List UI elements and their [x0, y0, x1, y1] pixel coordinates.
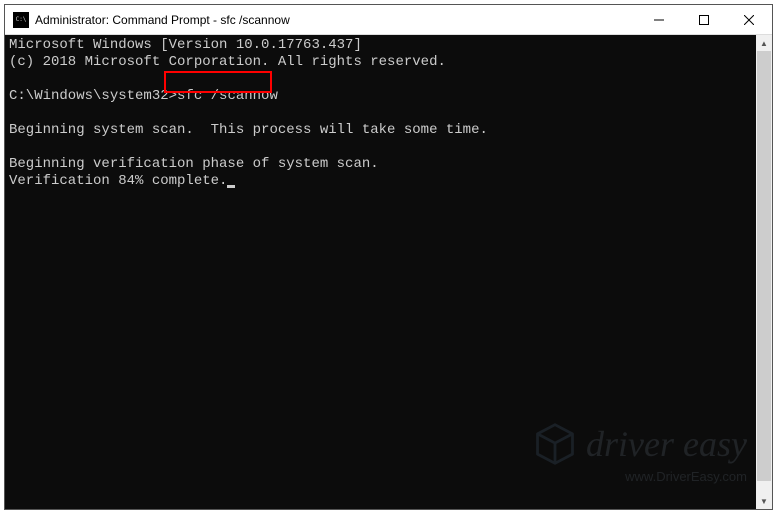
verification-phase-msg: Beginning verification phase of system s…: [9, 156, 379, 172]
cmd-icon: [13, 12, 29, 28]
scrollbar-thumb[interactable]: [757, 51, 771, 481]
text-cursor: [227, 185, 235, 188]
scroll-down-arrow[interactable]: ▼: [756, 493, 772, 509]
progress-msg: Verification 84% complete.: [9, 173, 227, 189]
prompt-path: C:\Windows\system32>: [9, 88, 177, 104]
terminal-output[interactable]: Microsoft Windows [Version 10.0.17763.43…: [5, 35, 772, 509]
copyright-line: (c) 2018 Microsoft Corporation. All righ…: [9, 54, 446, 70]
scroll-up-arrow[interactable]: ▲: [756, 35, 772, 51]
close-button[interactable]: [726, 5, 772, 34]
typed-command: sfc /scannow: [177, 88, 278, 104]
vertical-scrollbar[interactable]: ▲ ▼: [756, 35, 772, 509]
maximize-button[interactable]: [681, 5, 726, 34]
version-line: Microsoft Windows [Version 10.0.17763.43…: [9, 37, 362, 53]
command-prompt-window: Administrator: Command Prompt - sfc /sca…: [4, 4, 773, 510]
titlebar[interactable]: Administrator: Command Prompt - sfc /sca…: [5, 5, 772, 35]
window-title: Administrator: Command Prompt - sfc /sca…: [35, 13, 636, 27]
window-controls: [636, 5, 772, 34]
scan-begin-msg: Beginning system scan. This process will…: [9, 122, 488, 138]
minimize-button[interactable]: [636, 5, 681, 34]
